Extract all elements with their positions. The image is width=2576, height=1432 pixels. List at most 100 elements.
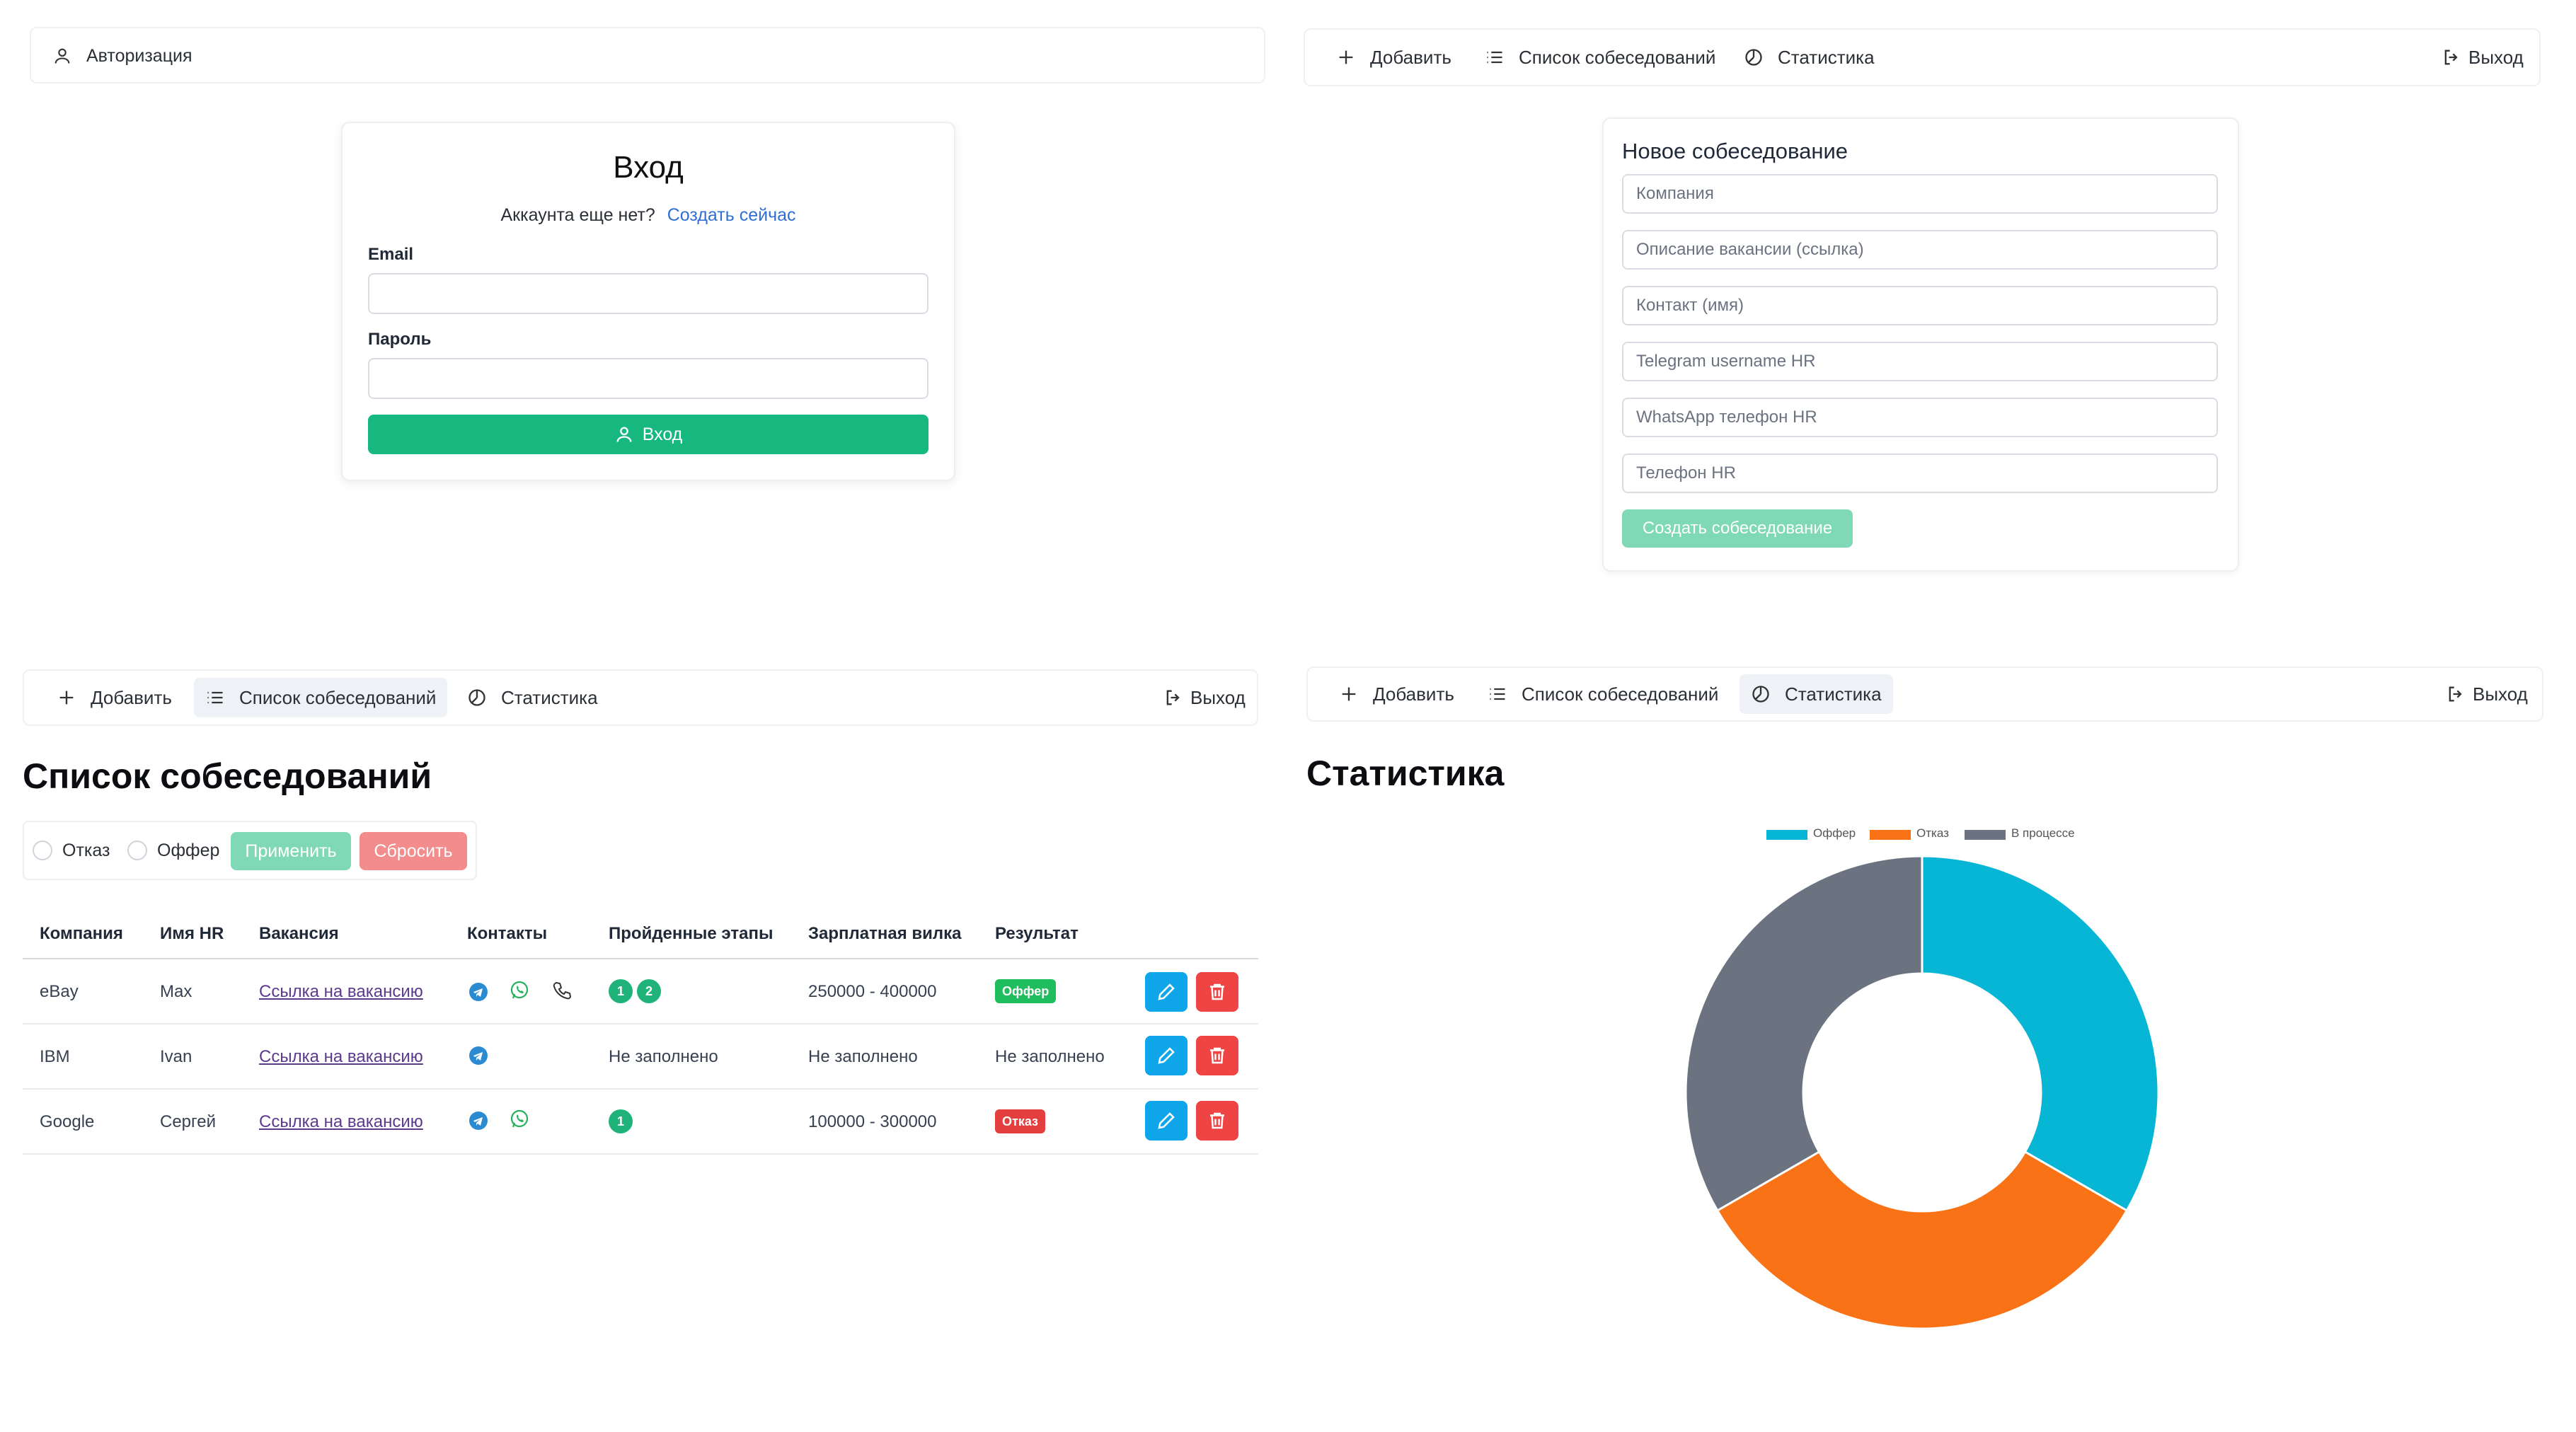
legend-swatch-offer <box>1766 830 1807 840</box>
salary-cell: 100000 - 300000 <box>808 1112 937 1131</box>
nav-add[interactable]: Добавить <box>1339 674 1454 714</box>
vacancy-input[interactable]: Описание вакансии (ссылка) <box>1622 230 2218 270</box>
nav-auth[interactable]: Авторизация <box>52 36 192 76</box>
column-header: Вакансия <box>259 924 339 943</box>
pencil-icon <box>1158 1112 1175 1129</box>
legend-label-offer: Оффер <box>1813 826 1856 840</box>
legend-swatch-in-progress <box>1965 830 2006 840</box>
phone-input[interactable]: Телефон HR <box>1622 454 2218 493</box>
nav-stats[interactable]: Статистика <box>1744 37 1875 77</box>
nav-list-label: Список собеседований <box>1522 683 1719 705</box>
pie-chart-icon <box>1752 686 1769 703</box>
whatsapp-icon[interactable] <box>508 979 531 1002</box>
phone-icon[interactable] <box>551 979 573 1002</box>
nav-add-label: Добавить <box>91 686 172 708</box>
login-button-label: Вход <box>642 424 683 444</box>
new-interview-title: Новое собеседование <box>1622 139 1848 163</box>
pie-chart-icon <box>468 689 485 706</box>
nav-list[interactable]: Список собеседований <box>1488 674 1718 714</box>
vacancy-link[interactable]: Ссылка на вакансию <box>259 1112 423 1132</box>
login-button[interactable]: Вход <box>368 415 928 454</box>
list-icon <box>1487 51 1502 64</box>
column-header: Результат <box>995 924 1079 943</box>
email-label: Email <box>368 245 414 264</box>
new-interview-card: Новое собеседование Компания Описание ва… <box>1602 117 2239 572</box>
column-header: Контакты <box>467 924 548 943</box>
edit-button[interactable] <box>1145 1036 1188 1075</box>
row-divider <box>23 1153 1258 1155</box>
nav-logout-label: Выход <box>2468 46 2524 68</box>
column-header: Имя HR <box>160 924 224 943</box>
vacancy-link[interactable]: Ссылка на вакансию <box>259 982 423 1002</box>
donut-chart <box>1684 855 2160 1330</box>
plus-icon <box>1339 50 1353 64</box>
filter-bar: Отказ Оффер Применить Сбросить <box>23 821 477 880</box>
stats-navbar: Добавить Список собеседований Статистика… <box>1306 666 2543 722</box>
stage-badge: 1 <box>609 1109 633 1133</box>
table-row: eBay Max Ссылка на вакансию 1 2 250000 -… <box>23 959 1258 1023</box>
logout-icon <box>2449 686 2462 702</box>
result-badge-refusal: Отказ <box>995 1109 1046 1133</box>
company-cell: Google <box>40 1112 95 1131</box>
nav-stats-label: Статистика <box>501 686 598 708</box>
telegram-input[interactable]: Telegram username HR <box>1622 342 2218 381</box>
hr-name-cell: Сергей <box>160 1112 217 1131</box>
reset-filter-button[interactable]: Сбросить <box>360 832 467 870</box>
pencil-icon <box>1158 983 1175 1000</box>
company-input[interactable]: Компания <box>1622 174 2218 214</box>
nav-logout-label: Выход <box>1190 686 1246 708</box>
telegram-icon[interactable] <box>467 981 490 1003</box>
nav-logout[interactable]: Выход <box>2442 37 2524 77</box>
whatsapp-icon[interactable] <box>508 1108 531 1131</box>
vacancy-link[interactable]: Ссылка на вакансию <box>259 1047 423 1067</box>
telegram-icon[interactable] <box>467 1044 490 1067</box>
nav-auth-label: Авторизация <box>86 45 192 66</box>
whatsapp-input[interactable]: WhatsApp телефон HR <box>1622 398 2218 437</box>
nav-logout[interactable]: Выход <box>2446 674 2528 714</box>
delete-button[interactable] <box>1196 1036 1238 1075</box>
logout-icon <box>1166 690 1180 705</box>
apply-filter-button[interactable]: Применить <box>231 832 351 870</box>
edit-button[interactable] <box>1145 972 1188 1012</box>
nav-add[interactable]: Добавить <box>57 678 172 717</box>
donut-slice-offer <box>1921 855 2160 1213</box>
offer-radio[interactable] <box>127 841 147 860</box>
login-card: Вход Аккаунта еще нет? Создать сейчас Em… <box>341 122 955 481</box>
donut-slice-refusal <box>1715 1150 2129 1330</box>
salary-cell: 250000 - 400000 <box>808 982 937 1001</box>
signup-prompt: Аккаунта еще нет? Создать сейчас <box>343 205 954 226</box>
edit-button[interactable] <box>1145 1101 1188 1141</box>
hr-name-cell: Ivan <box>160 1047 192 1066</box>
legend-swatch-refusal <box>1870 830 1911 840</box>
nav-add[interactable]: Добавить <box>1336 37 1451 77</box>
trash-icon <box>1210 1047 1224 1064</box>
create-interview-button[interactable]: Создать собеседование <box>1622 509 1853 548</box>
stage-badge: 1 <box>609 979 633 1003</box>
pencil-icon <box>1158 1047 1175 1064</box>
nav-stats[interactable]: Статистика <box>1740 674 1893 714</box>
contact-input[interactable]: Контакт (имя) <box>1622 286 2218 325</box>
delete-button[interactable] <box>1196 972 1238 1012</box>
company-cell: IBM <box>40 1047 70 1066</box>
user-icon <box>616 427 632 442</box>
column-header: Компания <box>40 924 123 943</box>
trash-icon <box>1210 1112 1224 1129</box>
nav-list[interactable]: Список собеседований <box>1485 37 1715 77</box>
nav-list[interactable]: Список собеседований <box>194 678 448 717</box>
plus-icon <box>1342 687 1356 701</box>
chart-legend: Оффер Отказ В процессе <box>1766 826 2092 843</box>
password-field[interactable] <box>368 358 928 399</box>
telegram-icon[interactable] <box>467 1109 490 1132</box>
result-cell: Не заполнено <box>995 1047 1105 1066</box>
create-account-link[interactable]: Создать сейчас <box>667 205 796 225</box>
delete-button[interactable] <box>1196 1101 1238 1141</box>
nav-add-label: Добавить <box>1373 683 1454 705</box>
stages-cell: Не заполнено <box>609 1047 718 1066</box>
refusal-radio[interactable] <box>33 841 52 860</box>
no-account-text: Аккаунта еще нет? <box>500 205 655 225</box>
nav-stats[interactable]: Статистика <box>467 678 598 717</box>
email-field[interactable] <box>368 273 928 314</box>
nav-logout[interactable]: Выход <box>1163 678 1246 717</box>
login-title: Вход <box>613 150 684 185</box>
nav-add-label: Добавить <box>1370 46 1451 68</box>
